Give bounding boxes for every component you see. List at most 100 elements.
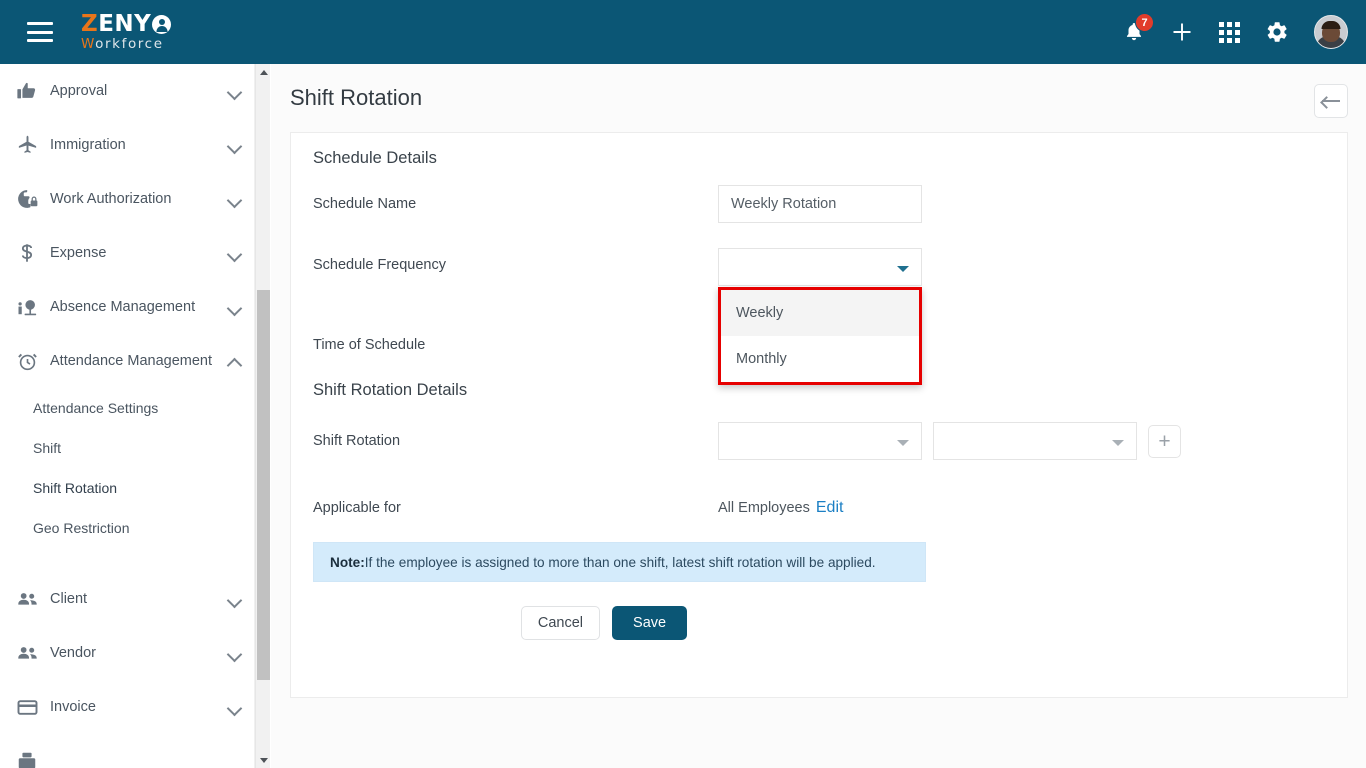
chevron-down-icon[interactable] [228,703,241,711]
page-header: Shift Rotation [271,64,1366,132]
chevron-up-icon[interactable] [228,357,241,365]
apps-button[interactable] [1219,21,1240,43]
globe-lock-icon [16,186,46,212]
sidebar-item-invoice[interactable]: Invoice [0,680,254,734]
airplane-icon [16,132,46,158]
settings-button[interactable] [1265,20,1289,44]
note-text: If the employee is assigned to more than… [364,554,876,570]
sidebar-label: Work Authorization [50,191,172,207]
add-shift-rotation-button[interactable]: + [1148,424,1181,458]
page-title: Shift Rotation [290,85,423,110]
form-action-buttons: Cancel Save [291,606,1347,640]
chevron-down-icon[interactable] [228,249,241,257]
chevron-down-icon[interactable] [228,195,241,203]
chevron-down-icon[interactable] [228,649,241,657]
sidebar-sub-label: Attendance Settings [33,400,159,416]
option-monthly[interactable]: Monthly [721,336,919,382]
note-banner: Note: If the employee is assigned to mor… [313,542,926,582]
sidebar-label: Attendance Management [50,353,213,369]
sidebar-sub-label: Shift [33,440,62,456]
logo-sub-letter-w: W [81,35,96,52]
sidebar-nav-list: Approval Immigration Work Authorization [0,64,254,768]
applicable-for-value: All Employees [718,500,810,516]
hamburger-menu-icon[interactable] [27,22,53,42]
chevron-down-icon[interactable] [228,87,241,95]
sidebar-subitem-shift-rotation[interactable]: Shift Rotation [0,468,254,508]
plus-icon [1173,23,1191,41]
sidebar-item-partial-bottom[interactable] [0,734,254,768]
notifications-button[interactable]: 7 [1123,13,1154,44]
chevron-down-icon [1112,440,1124,446]
people-icon [16,586,46,612]
chevron-down-icon [897,266,909,272]
logo-person-circle-icon [152,14,172,34]
sidebar-label: Immigration [50,137,126,153]
sidebar-subitem-shift[interactable]: Shift [0,428,254,468]
schedule-frequency-dropdown-wrap: Weekly Monthly [718,248,922,385]
row-applicable-for: Applicable for All Employees Edit [291,482,1347,534]
sidebar-sub-label: Geo Restriction [33,520,130,536]
shift-rotation-label: Shift Rotation [313,433,401,449]
sidebar-item-immigration[interactable]: Immigration [0,118,254,172]
schedule-name-input[interactable] [718,185,922,223]
app-logo[interactable]: Z ENY Workforce [81,10,172,52]
logo-brand-text: Z ENY [81,10,172,37]
triangle-down-icon [259,757,268,763]
credit-card-icon [16,694,46,720]
user-avatar[interactable] [1314,15,1348,49]
sidebar-item-approval[interactable]: Approval [0,64,254,118]
shift-rotation-select-1[interactable] [718,422,922,460]
header-actions: 7 [1123,13,1366,49]
sidebar-subitem-attendance-settings[interactable]: Attendance Settings [0,388,254,428]
sidebar-sub-label: Shift Rotation [33,480,118,496]
chevron-down-icon[interactable] [228,595,241,603]
sidebar-scrollbar[interactable] [255,64,270,768]
sidebar-item-client[interactable]: Client [0,572,254,626]
add-button[interactable] [1170,20,1194,44]
alarm-clock-icon [16,348,46,374]
note-prefix: Note: [330,554,365,570]
apps-grid-icon [1219,21,1240,43]
sidebar-navigation: Approval Immigration Work Authorization [0,64,255,768]
edit-applicable-link[interactable]: Edit [816,499,844,517]
logo-subtitle: Workforce [81,35,171,52]
chevron-down-icon [897,440,909,446]
option-weekly[interactable]: Weekly [721,290,919,336]
chevron-down-icon[interactable] [228,303,241,311]
scroll-down-arrow[interactable] [256,752,271,768]
sidebar-item-expense[interactable]: Expense [0,226,254,280]
scrollbar-thumb[interactable] [257,290,270,680]
row-schedule-name: Schedule Name [291,168,1347,240]
scroll-up-arrow[interactable] [256,64,271,80]
sidebar-label: Vendor [50,645,96,661]
schedule-frequency-label: Schedule Frequency [313,257,446,273]
triangle-up-icon [259,69,268,75]
main-content-area: Shift Rotation Schedule Details Schedule… [271,64,1366,768]
dollar-icon [16,240,46,266]
applicable-for-label: Applicable for [313,500,401,516]
sidebar-item-vendor[interactable]: Vendor [0,626,254,680]
back-button[interactable] [1314,84,1348,118]
schedule-name-label: Schedule Name [313,196,417,212]
avatar-hair [1321,21,1341,29]
logo-sub-rest: orkforce [95,35,164,52]
time-of-schedule-label: Time of Schedule [313,337,426,353]
schedule-frequency-options-list[interactable]: Weekly Monthly [718,287,922,385]
shift-rotation-select-2[interactable] [933,422,1137,460]
top-header-bar: Z ENY Workforce 7 [0,0,1366,64]
shift-rotation-controls: + [718,422,1181,460]
sidebar-subitem-geo-restriction[interactable]: Geo Restriction [0,508,254,548]
notification-badge: 7 [1135,13,1154,32]
sidebar-item-absence-management[interactable]: Absence Management [0,280,254,334]
logo-letter-z: Z [81,10,99,37]
row-shift-rotation: Shift Rotation + [291,400,1347,482]
save-button[interactable]: Save [612,606,688,640]
cancel-button[interactable]: Cancel [520,606,601,640]
sidebar-label: Client [50,591,88,607]
thumbs-up-icon [16,78,46,104]
schedule-frequency-select[interactable] [718,248,922,286]
chevron-down-icon[interactable] [228,141,241,149]
sidebar-item-work-authorization[interactable]: Work Authorization [0,172,254,226]
sidebar-item-attendance-management[interactable]: Attendance Management [0,334,254,388]
